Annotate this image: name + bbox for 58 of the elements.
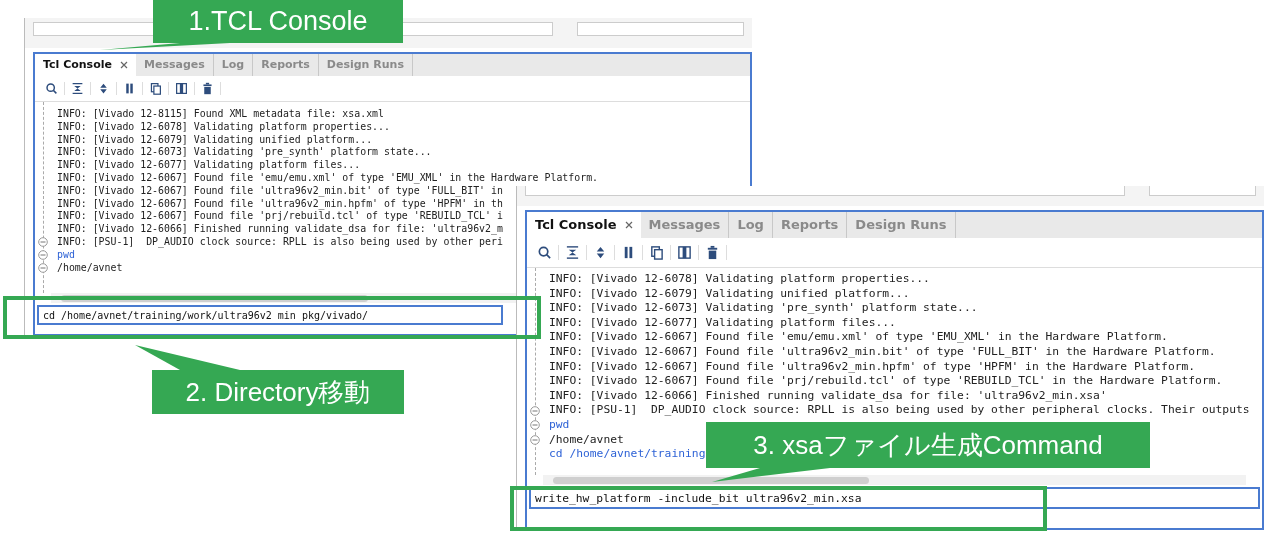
collapse-icon[interactable] xyxy=(38,237,48,248)
copy-icon[interactable] xyxy=(649,245,664,260)
collapse-icon[interactable] xyxy=(38,250,48,261)
collapse-icon[interactable] xyxy=(530,405,540,416)
console-tab[interactable]: Log xyxy=(729,212,773,238)
log-line: INFO: [Vivado 12-6073] Validating 'pre_synth' platform state... xyxy=(549,301,978,316)
copy-icon[interactable] xyxy=(149,82,162,95)
log-line: INFO: [Vivado 12-6067] Found file 'ultra96v2_min.hpfm' of type 'HPFM' in th xyxy=(57,197,503,211)
collapse-icon[interactable] xyxy=(530,420,540,431)
search-icon[interactable] xyxy=(537,245,552,260)
log-line: pwd xyxy=(57,248,75,262)
expand-icon[interactable] xyxy=(97,82,110,95)
log-line: INFO: [PSU-1] DP_AUDIO clock source: RPLL is also being used by other peripheral clocks. Their outputs xyxy=(549,403,1250,418)
log-line: INFO: [Vivado 12-6078] Validating platform properties... xyxy=(57,120,390,134)
log-line: cd /home/avnet/training xyxy=(549,447,706,462)
console-tab[interactable]: Tcl Console xyxy=(35,54,136,76)
log-line: INFO: [Vivado 12-6066] Finished running validate_dsa for file: 'ultra96v2_min.xsa' xyxy=(549,388,1107,404)
collapse-all-icon[interactable] xyxy=(71,82,84,95)
console-tab[interactable]: Tcl Console xyxy=(527,212,641,238)
close-icon[interactable] xyxy=(119,61,128,69)
log-line: INFO: [Vivado 12-6079] Validating unified platform... xyxy=(57,133,373,147)
table-icon[interactable] xyxy=(175,82,188,95)
log-line: INFO: [Vivado 12-6073] Validating 'pre_synth' platform state... xyxy=(57,146,432,160)
console-tab[interactable]: Design Runs xyxy=(847,212,956,238)
log-line: INFO: [Vivado 12-6077] Validating platform files... xyxy=(549,315,896,331)
log-line: /home/avnet xyxy=(57,261,123,275)
scrollbar-thumb[interactable] xyxy=(553,476,870,484)
log-line: /home/avnet xyxy=(549,432,624,448)
search-icon[interactable] xyxy=(45,82,58,95)
trash-icon[interactable] xyxy=(201,82,214,95)
log-line: INFO: [Vivado 12-8115] Found XML metadata file: xsa.xml xyxy=(57,108,384,121)
trash-icon[interactable] xyxy=(705,245,720,260)
command-input-field[interactable]: cd /home/avnet/training/work/ultra96v2_min_pkg/vivado/ xyxy=(37,305,503,325)
collapse-all-icon[interactable] xyxy=(565,245,580,260)
log-line: INFO: [Vivado 12-6067] Found file 'ultra96v2_min.bit' of type 'FULL_BIT' in the Hardware Platform. xyxy=(549,344,1216,360)
log-line: pwd xyxy=(549,417,570,433)
collapse-icon[interactable] xyxy=(38,262,48,273)
console-tab[interactable]: Log xyxy=(213,54,254,76)
log-line: INFO: [Vivado 12-6078] Validating platform properties... xyxy=(549,272,930,287)
collapse-icon[interactable] xyxy=(530,434,540,445)
log-line: INFO: [Vivado 12-6067] Found file 'prj/rebuild.tcl' of type 'REBUILD_TCL' i xyxy=(57,210,503,224)
log-line: INFO: [Vivado 12-6067] Found file 'ultra96v2_min.hpfm' of type 'HPFM' in the Hardware Platform. xyxy=(549,359,1196,375)
log-line: INFO: [PSU-1] DP_AUDIO clock source: RPLL is also being used by other peri xyxy=(57,235,503,249)
log-line: INFO: [Vivado 12-6067] Found file 'emu/emu.xml' of type 'EMU_XML' in the Hardware Platform. xyxy=(57,172,599,185)
log-line: INFO: [Vivado 12-6066] Finished running validate_dsa for file: 'ultra96v2_m xyxy=(57,223,503,236)
console-tab[interactable]: Design Runs xyxy=(318,54,413,76)
console-tab[interactable]: Messages xyxy=(640,212,730,238)
pause-icon[interactable] xyxy=(123,82,136,95)
log-line: INFO: [Vivado 12-6079] Validating unified platform... xyxy=(549,286,910,302)
close-icon[interactable] xyxy=(624,221,633,229)
log-line: INFO: [Vivado 12-6077] Validating platform files... xyxy=(57,159,361,172)
log-line: INFO: [Vivado 12-6067] Found file 'emu/emu.xml' of type 'EMU_XML' in the Hardware Platform. xyxy=(549,330,1168,345)
console-tab[interactable]: Reports xyxy=(253,54,319,76)
log-line: INFO: [Vivado 12-6067] Found file 'prj/rebuild.tcl' of type 'REBUILD_TCL' in the Hardware Platform. xyxy=(549,374,1223,389)
table-icon[interactable] xyxy=(677,245,692,260)
console-tab[interactable]: Reports xyxy=(772,212,848,238)
console-tab[interactable]: Messages xyxy=(135,54,214,76)
log-line: INFO: [Vivado 12-6067] Found file 'ultra96v2_min.bit' of type 'FULL_BIT' in xyxy=(57,184,503,198)
